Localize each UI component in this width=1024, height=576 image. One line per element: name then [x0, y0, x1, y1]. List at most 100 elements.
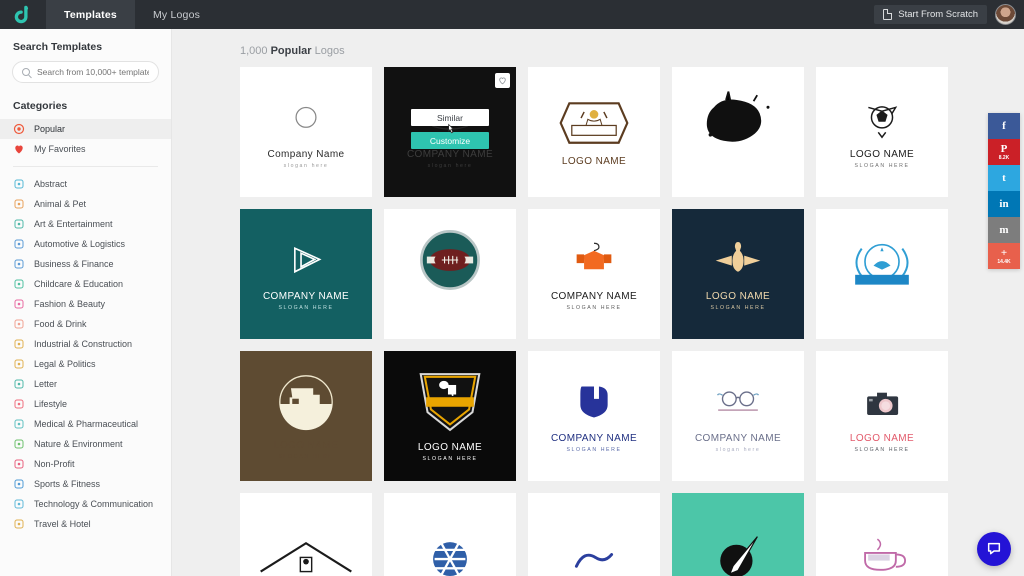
sidebar-item-industrial-construction[interactable]: Industrial & Construction	[0, 334, 171, 354]
sidebar-item-label: Childcare & Education	[34, 279, 124, 289]
chat-bubble-icon	[987, 542, 1001, 555]
card-subtitle: SLOGAN HERE	[278, 305, 334, 311]
sidebar-item-letter[interactable]: Letter	[0, 374, 171, 394]
music-note-icon	[13, 218, 25, 230]
template-card-play-button-teal[interactable]: COMPANY NAME SLOGAN HERE	[240, 209, 372, 339]
customize-button[interactable]: Customize	[411, 132, 489, 149]
template-card-carpenter-hexagon[interactable]: LOGO NAME	[528, 67, 660, 197]
sidebar-item-technology-communication[interactable]: Technology & Communication	[0, 494, 171, 514]
card-content: COMPANY NAME SLOGAN HERE	[528, 209, 660, 339]
template-card-sewing-machine-brown[interactable]: LOGO NAME SLOGAN HERE	[240, 351, 372, 481]
sidebar-item-label: Automotive & Logistics	[34, 239, 126, 249]
sidebar-item-abstract[interactable]: Abstract	[0, 174, 171, 194]
card-title: LOGO NAME	[561, 155, 627, 167]
card-logo-art	[412, 370, 488, 439]
sidebar-item-non-profit[interactable]: Non-Profit	[0, 454, 171, 474]
soccer-ball-icon	[13, 478, 25, 490]
card-content	[816, 493, 948, 576]
template-card-blue-globe-mosaic[interactable]	[384, 493, 516, 576]
sidebar-item-automotive-logistics[interactable]: Automotive & Logistics	[0, 234, 171, 254]
card-subtitle: SLOGAN HERE	[422, 456, 478, 462]
tab-my-logos[interactable]: My Logos	[135, 0, 218, 29]
document-icon	[883, 9, 893, 20]
sidebar-item-my-favorites[interactable]: My Favorites	[0, 139, 171, 159]
card-logo-art	[563, 379, 625, 430]
gift-icon	[13, 398, 25, 410]
result-category: Popular	[270, 45, 312, 57]
template-card-tshirt-lightning[interactable]: Company Name slogan here	[240, 67, 372, 197]
card-title: COMPANY NAME	[694, 433, 782, 444]
designevo-d-logo-icon	[14, 5, 28, 24]
sidebar-item-sports-fitness[interactable]: Sports & Fitness	[0, 474, 171, 494]
sidebar-item-business-finance[interactable]: Business & Finance	[0, 254, 171, 274]
search-icon	[22, 68, 30, 76]
template-card-spartan-helmet[interactable]: LOGO NAME SLOGAN HERE	[672, 209, 804, 339]
sidebar-item-animal-pet[interactable]: Animal & Pet	[0, 194, 171, 214]
search-input[interactable]	[37, 67, 149, 77]
twitter-share-button[interactable]: t	[988, 165, 1020, 191]
sidebar-item-nature-environment[interactable]: Nature & Environment	[0, 434, 171, 454]
pinterest-share-icon: P	[1000, 142, 1008, 155]
template-card-camera-red[interactable]: LOGO NAME SLOGAN HERE	[816, 351, 948, 481]
sidebar-item-label: Technology & Communication	[34, 499, 154, 509]
email-share-button[interactable]: m	[988, 217, 1020, 243]
tab-my-logos-label: My Logos	[152, 8, 201, 21]
sidebar-item-travel-hotel[interactable]: Travel & Hotel	[0, 514, 171, 534]
card-content	[384, 493, 516, 576]
chat-widget-button[interactable]	[977, 532, 1011, 566]
search-box[interactable]	[12, 61, 159, 83]
card-content: Company Name slogan here	[240, 67, 372, 197]
favorite-button[interactable]	[495, 73, 510, 88]
sidebar-divider	[13, 166, 158, 167]
result-count: 1,000	[240, 45, 268, 57]
app-logo[interactable]	[0, 0, 46, 29]
cupcake-icon	[13, 318, 25, 330]
template-card-soccer-ball[interactable]: LOGO NAME SLOGAN HERE	[816, 67, 948, 197]
card-title: Company Name	[267, 149, 345, 160]
template-card-eyeglasses[interactable]: COMPANY NAME slogan here	[672, 351, 804, 481]
similar-button[interactable]: Similar	[411, 109, 489, 126]
card-logo-art	[851, 95, 913, 146]
tab-templates-label: Templates	[64, 8, 117, 21]
template-card-blue-swoosh[interactable]	[528, 493, 660, 576]
linkedin-share-button[interactable]: in	[988, 191, 1020, 217]
sidebar-item-art-entertainment[interactable]: Art & Entertainment	[0, 214, 171, 234]
card-content: LOGO NAME SLOGAN HERE	[240, 351, 372, 481]
template-card-pink-teacup[interactable]	[816, 493, 948, 576]
card-logo-art	[557, 98, 631, 153]
avatar[interactable]	[995, 4, 1016, 25]
template-card-ink-splash[interactable]: Logo Name SLOGAN HERE	[672, 67, 804, 197]
card-title: LOGO NAME	[849, 149, 915, 160]
factory-icon	[13, 338, 25, 350]
template-card-green-globe-pen[interactable]	[672, 493, 804, 576]
sidebar-item-food-drink[interactable]: Food & Drink	[0, 314, 171, 334]
template-card-football-badge[interactable]: LOGO NAME SLOGAN HERE	[384, 209, 516, 339]
sidebar-item-childcare-education[interactable]: Childcare & Education	[0, 274, 171, 294]
sidebar-item-legal-politics[interactable]: Legal & Politics	[0, 354, 171, 374]
sidebar-item-lifestyle[interactable]: Lifestyle	[0, 394, 171, 414]
sidebar-item-medical-pharmaceutical[interactable]: Medical & Pharmaceutical	[0, 414, 171, 434]
start-from-scratch-button[interactable]: Start From Scratch	[874, 5, 987, 24]
card-logo-art	[275, 95, 337, 146]
card-title: Logo Name	[710, 155, 766, 166]
pinterest-share-button[interactable]: P 8.2K	[988, 139, 1020, 165]
tab-templates[interactable]: Templates	[46, 0, 135, 29]
facebook-share-button[interactable]: f	[988, 113, 1020, 139]
tree-icon	[13, 438, 25, 450]
social-share-rail: f P 8.2K t in m +14.4K	[988, 113, 1020, 269]
more-share-icon: +	[1000, 246, 1008, 259]
template-card-dark-hovered-card[interactable]: COMPANY NAME slogan here Similar Customize	[384, 67, 516, 197]
template-card-barn-est-1894[interactable]	[240, 493, 372, 576]
stethoscope-icon	[13, 418, 25, 430]
sidebar-item-fashion-beauty[interactable]: Fashion & Beauty	[0, 294, 171, 314]
template-card-orange-shirt-hanger[interactable]: COMPANY NAME SLOGAN HERE	[528, 209, 660, 339]
template-card-book-laurel-blue[interactable]: LOGO NAME	[816, 209, 948, 339]
sidebar-item-popular[interactable]: Popular	[0, 119, 171, 139]
template-card-hd-monogram-shield[interactable]: COMPANY NAME SLOGAN HERE	[528, 351, 660, 481]
main-content: 1,000 Popular Logos Company Name slogan h…	[172, 29, 1024, 576]
sidebar-category-list: Abstract Animal & Pet Art & Entertainment A…	[0, 174, 171, 534]
card-subtitle: SLOGAN HERE	[566, 305, 622, 311]
more-share-button[interactable]: +14.4K	[988, 243, 1020, 269]
card-logo-art	[707, 379, 769, 430]
template-card-mic-fist-shield[interactable]: LOGO NAME SLOGAN HERE	[384, 351, 516, 481]
